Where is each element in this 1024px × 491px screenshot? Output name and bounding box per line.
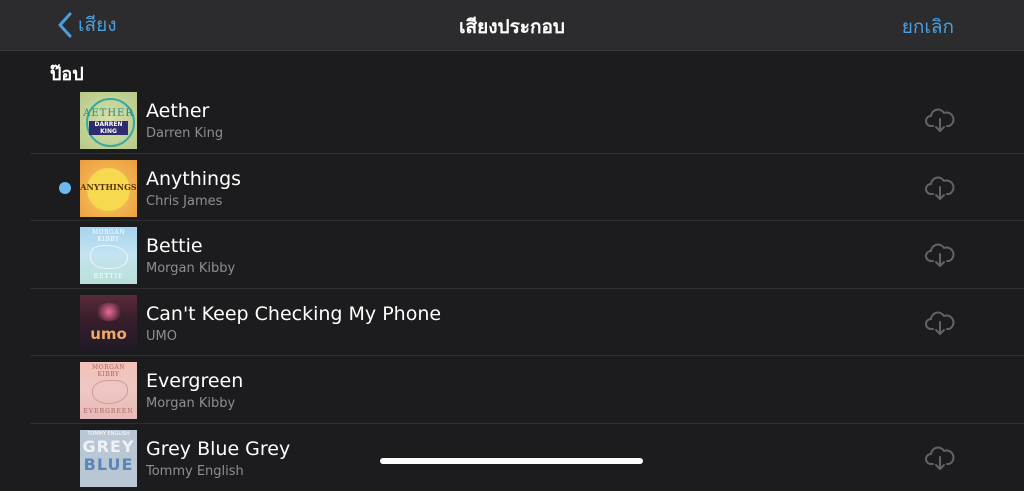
- song-title: Bettie: [146, 235, 203, 257]
- album-art-text: AETHER: [80, 108, 137, 119]
- song-title: Can't Keep Checking My Phone: [146, 303, 441, 325]
- song-row-evergreen[interactable]: MORGAN KIBBY EVERGREEN Evergreen Morgan …: [0, 356, 1024, 424]
- album-art-grey-blue-grey: TOMMY ENGLISH GREY BLUE: [80, 430, 137, 487]
- song-title: Evergreen: [146, 370, 243, 392]
- album-art-bettie: MORGAN KIBBY BETTIE: [80, 227, 137, 284]
- album-art-text: BLUE: [80, 455, 137, 474]
- album-art-umo: umo: [80, 295, 137, 352]
- album-art-text: DARREN KING: [89, 121, 128, 135]
- album-art-text: MORGAN KIBBY: [80, 364, 137, 378]
- song-artist: Chris James: [146, 194, 222, 209]
- song-artist: Morgan Kibby: [146, 261, 235, 276]
- song-artist: Darren King: [146, 126, 223, 141]
- cloud-download-icon[interactable]: [925, 107, 955, 133]
- album-art-text: MORGAN KIBBY: [80, 229, 137, 243]
- album-art-anythings: ANYTHINGS: [80, 160, 137, 217]
- section-header: ป๊อป: [0, 51, 1024, 86]
- album-art-text: ANYTHINGS: [80, 182, 137, 192]
- cloud-download-icon[interactable]: [925, 310, 955, 336]
- song-title: Grey Blue Grey: [146, 438, 290, 460]
- navigation-bar: เสียง เสียงประกอบ ยกเลิก: [0, 0, 1024, 51]
- cloud-download-icon[interactable]: [925, 242, 955, 268]
- album-art-evergreen: MORGAN KIBBY EVERGREEN: [80, 362, 137, 419]
- song-row-cant-keep-checking-my-phone[interactable]: umo Can't Keep Checking My Phone UMO: [0, 289, 1024, 357]
- song-artist: Morgan Kibby: [146, 396, 235, 411]
- album-art-text: GREY: [80, 437, 137, 456]
- page-title: เสียงประกอบ: [0, 12, 1024, 42]
- album-art-text: BETTIE: [80, 273, 137, 280]
- section-title: ป๊อป: [50, 59, 84, 88]
- cloud-download-icon[interactable]: [925, 175, 955, 201]
- cancel-button[interactable]: ยกเลิก: [902, 12, 954, 42]
- song-title: Aether: [146, 100, 209, 122]
- song-artist: UMO: [146, 329, 177, 344]
- song-row-aether[interactable]: AETHER DARREN KING Aether Darren King: [0, 86, 1024, 154]
- album-art-text: EVERGREEN: [80, 408, 137, 415]
- song-row-anythings[interactable]: ANYTHINGS Anythings Chris James: [0, 154, 1024, 222]
- album-art-aether: AETHER DARREN KING: [80, 92, 137, 149]
- song-list: AETHER DARREN KING Aether Darren King AN…: [0, 86, 1024, 491]
- cloud-download-icon[interactable]: [925, 445, 955, 471]
- song-title: Anythings: [146, 168, 241, 190]
- song-row-bettie[interactable]: MORGAN KIBBY BETTIE Bettie Morgan Kibby: [0, 221, 1024, 289]
- home-indicator[interactable]: [380, 458, 643, 464]
- now-playing-indicator: [59, 182, 71, 194]
- album-art-text: umo: [80, 325, 137, 343]
- song-artist: Tommy English: [146, 464, 244, 479]
